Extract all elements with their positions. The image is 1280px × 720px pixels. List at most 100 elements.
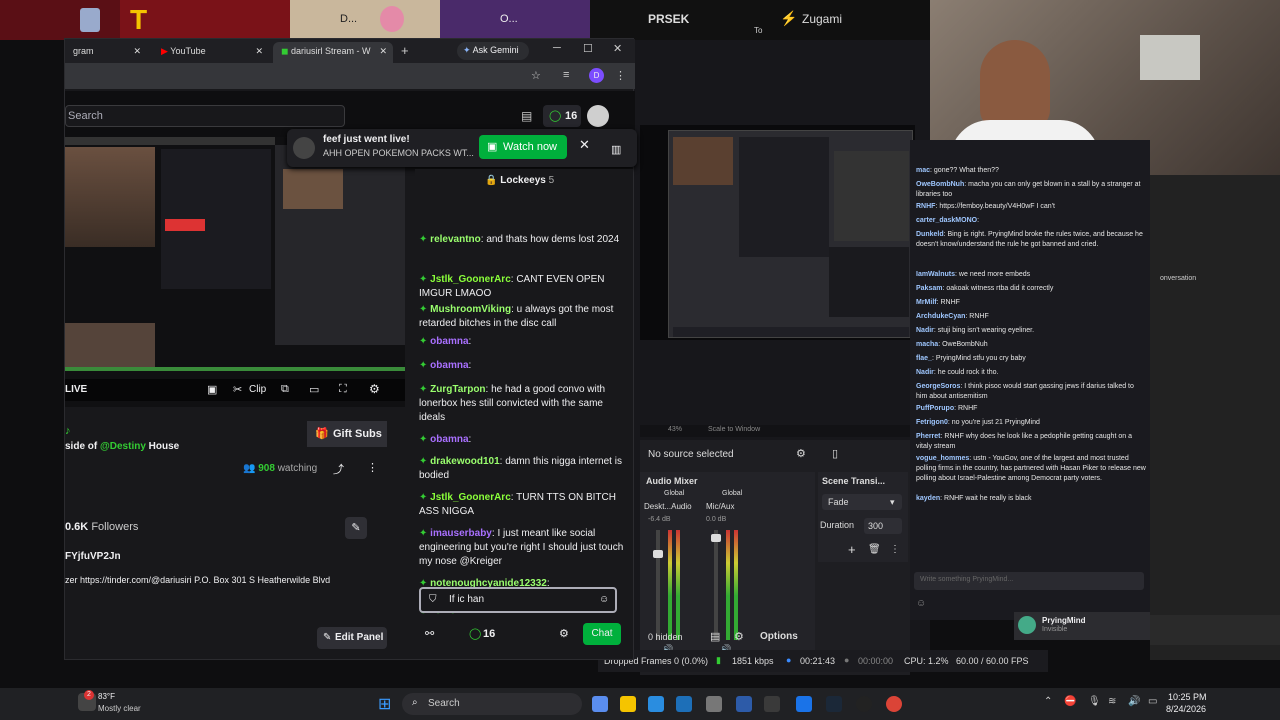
user-avatar[interactable]: [587, 105, 609, 127]
chat-points[interactable]: 16: [483, 628, 495, 640]
list-icon[interactable]: ▤: [710, 630, 720, 643]
title-mention[interactable]: @Destiny: [100, 441, 146, 452]
watch-now-button[interactable]: ▣ Watch now: [479, 135, 567, 159]
chat-username[interactable]: drakewood101: [430, 456, 499, 467]
chat-username[interactable]: Jstlk_GoonerArc: [430, 274, 511, 285]
gear-icon[interactable]: ⚙: [559, 627, 569, 640]
video-player[interactable]: [65, 137, 405, 407]
gear-icon[interactable]: ⚙: [796, 447, 806, 460]
chevron-up-icon[interactable]: ⌃: [1044, 696, 1052, 707]
fullscreen-icon[interactable]: ⛶: [339, 383, 347, 396]
outlook-icon[interactable]: [796, 696, 812, 712]
minimize-icon[interactable]: ─: [553, 42, 561, 54]
discord-username[interactable]: macha: [916, 341, 938, 348]
close-icon[interactable]: ✕: [255, 46, 263, 57]
chat-send-button[interactable]: Chat: [583, 623, 621, 645]
trash-icon[interactable]: 🗑: [868, 544, 881, 555]
emoji-icon[interactable]: ☺: [916, 598, 926, 609]
gift-subs-button[interactable]: 🎁 Gift Subs: [307, 421, 387, 447]
discord-username[interactable]: Pherret: [916, 433, 941, 440]
chat-username[interactable]: obamna: [430, 434, 468, 445]
address-bar[interactable]: ☆ ≡ D ⋮: [65, 63, 635, 89]
filter-icon[interactable]: ▯: [832, 447, 838, 460]
more-options-icon[interactable]: ⋮: [367, 461, 378, 474]
more-icon[interactable]: ⋮: [890, 544, 900, 555]
discord-username[interactable]: GeorgeSoros: [916, 383, 960, 390]
edit-panel-button[interactable]: ✎ Edit Panel: [317, 627, 387, 649]
chat-username[interactable]: imauserbaby: [430, 528, 492, 539]
menu-icon[interactable]: ⋮: [615, 69, 626, 82]
discord-username[interactable]: Nadir: [916, 369, 934, 376]
volume-icon[interactable]: 🔊: [1128, 696, 1140, 707]
obs-preview[interactable]: [640, 125, 915, 340]
gear-icon[interactable]: ⚙: [734, 630, 744, 643]
discord-username[interactable]: IamWalnuts: [916, 271, 955, 278]
channel-points-button[interactable]: ◯ 16: [543, 105, 581, 127]
share-icon[interactable]: ⤴: [333, 461, 344, 477]
copilot-icon[interactable]: [592, 696, 608, 712]
wifi-icon[interactable]: ≋: [1108, 696, 1116, 707]
volume-slider[interactable]: [711, 530, 721, 640]
duration-input[interactable]: 300: [864, 518, 902, 534]
gear-icon[interactable]: ⚙: [369, 382, 380, 396]
discord-username[interactable]: MrMilf: [916, 299, 937, 306]
discord-username[interactable]: vogue_hommes: [916, 455, 969, 462]
discord-username[interactable]: flae_: [916, 355, 932, 362]
discord-username[interactable]: PuffPorupo: [916, 405, 954, 412]
taskbar-search[interactable]: ⌕ Search: [402, 693, 582, 715]
discord-username[interactable]: Dunkeld: [916, 231, 944, 238]
discord-username[interactable]: Nadir: [916, 327, 934, 334]
close-icon[interactable]: ✕: [379, 46, 387, 57]
captions-icon[interactable]: ⧉: [281, 383, 289, 396]
windows-start-icon[interactable]: ⊞: [378, 694, 391, 714]
recycle-bin-icon[interactable]: [80, 8, 100, 32]
clock-time[interactable]: 10:25 PM: [1168, 692, 1207, 702]
star-icon[interactable]: ☆: [531, 69, 541, 82]
discord-username[interactable]: RNHF: [916, 203, 935, 210]
discord-username[interactable]: Fetrigon0: [916, 419, 948, 426]
tab-twitch[interactable]: ◼ dariusirl Stream - W ✕: [273, 42, 393, 63]
obs-icon[interactable]: [856, 696, 872, 712]
tab-youtube[interactable]: ▶ YouTube ✕: [153, 42, 269, 63]
chat-username[interactable]: obamna: [430, 336, 468, 347]
steam-icon[interactable]: [826, 696, 842, 712]
edge-icon[interactable]: [648, 696, 664, 712]
discord-username[interactable]: OweBombNuh: [916, 181, 964, 188]
clock-date[interactable]: 8/24/2026: [1166, 704, 1206, 714]
search-input[interactable]: Search: [65, 105, 345, 127]
tab-instagram[interactable]: gram ✕: [65, 42, 147, 63]
calculator-icon[interactable]: [764, 696, 780, 712]
close-icon[interactable]: ✕: [579, 137, 590, 153]
clip-icon[interactable]: ✂: [233, 383, 242, 396]
ask-gemini-button[interactable]: ✦ Ask Gemini: [457, 42, 529, 60]
store-icon[interactable]: [676, 696, 692, 712]
community-icon[interactable]: ⚯: [425, 627, 434, 640]
zoom-level[interactable]: 43%: [668, 426, 682, 433]
battery-icon[interactable]: ▭: [1148, 696, 1157, 707]
layout-icon[interactable]: ▤: [521, 109, 532, 123]
mic-icon[interactable]: 🎙: [1088, 696, 1101, 707]
emoji-icon[interactable]: ☺: [599, 594, 609, 605]
miniplayer-icon[interactable]: ▭: [309, 383, 319, 396]
chat-username[interactable]: relevantno: [430, 234, 481, 245]
close-window-icon[interactable]: ✕: [613, 42, 622, 55]
edit-icon[interactable]: ✎: [345, 517, 367, 539]
avatar[interactable]: [1018, 616, 1036, 634]
discord-username[interactable]: kayden: [916, 495, 940, 502]
chat-icon[interactable]: ▥: [611, 143, 621, 156]
discord-username[interactable]: carter_daskMONO: [916, 217, 977, 224]
clip-label[interactable]: Clip: [249, 384, 266, 395]
options-button[interactable]: Options: [760, 631, 798, 642]
profile-avatar[interactable]: D: [589, 68, 604, 83]
discord-username[interactable]: ArchdukeCyan: [916, 313, 965, 320]
discord-username[interactable]: Paksam: [916, 285, 942, 292]
file-explorer-icon[interactable]: [620, 696, 636, 712]
chrome-icon[interactable]: [886, 696, 902, 712]
transition-select[interactable]: Fade ▾: [822, 494, 902, 510]
network-icon[interactable]: ⛔: [1064, 696, 1076, 707]
chat-username[interactable]: obamna: [430, 360, 468, 371]
chat-input[interactable]: ⛉ If ic han ☺: [419, 587, 617, 613]
discord-message-input[interactable]: Write something PryingMind...: [914, 572, 1144, 590]
scale-to-window[interactable]: Scale to Window: [708, 426, 760, 433]
chat-username[interactable]: ZurgTarpon: [430, 384, 485, 395]
